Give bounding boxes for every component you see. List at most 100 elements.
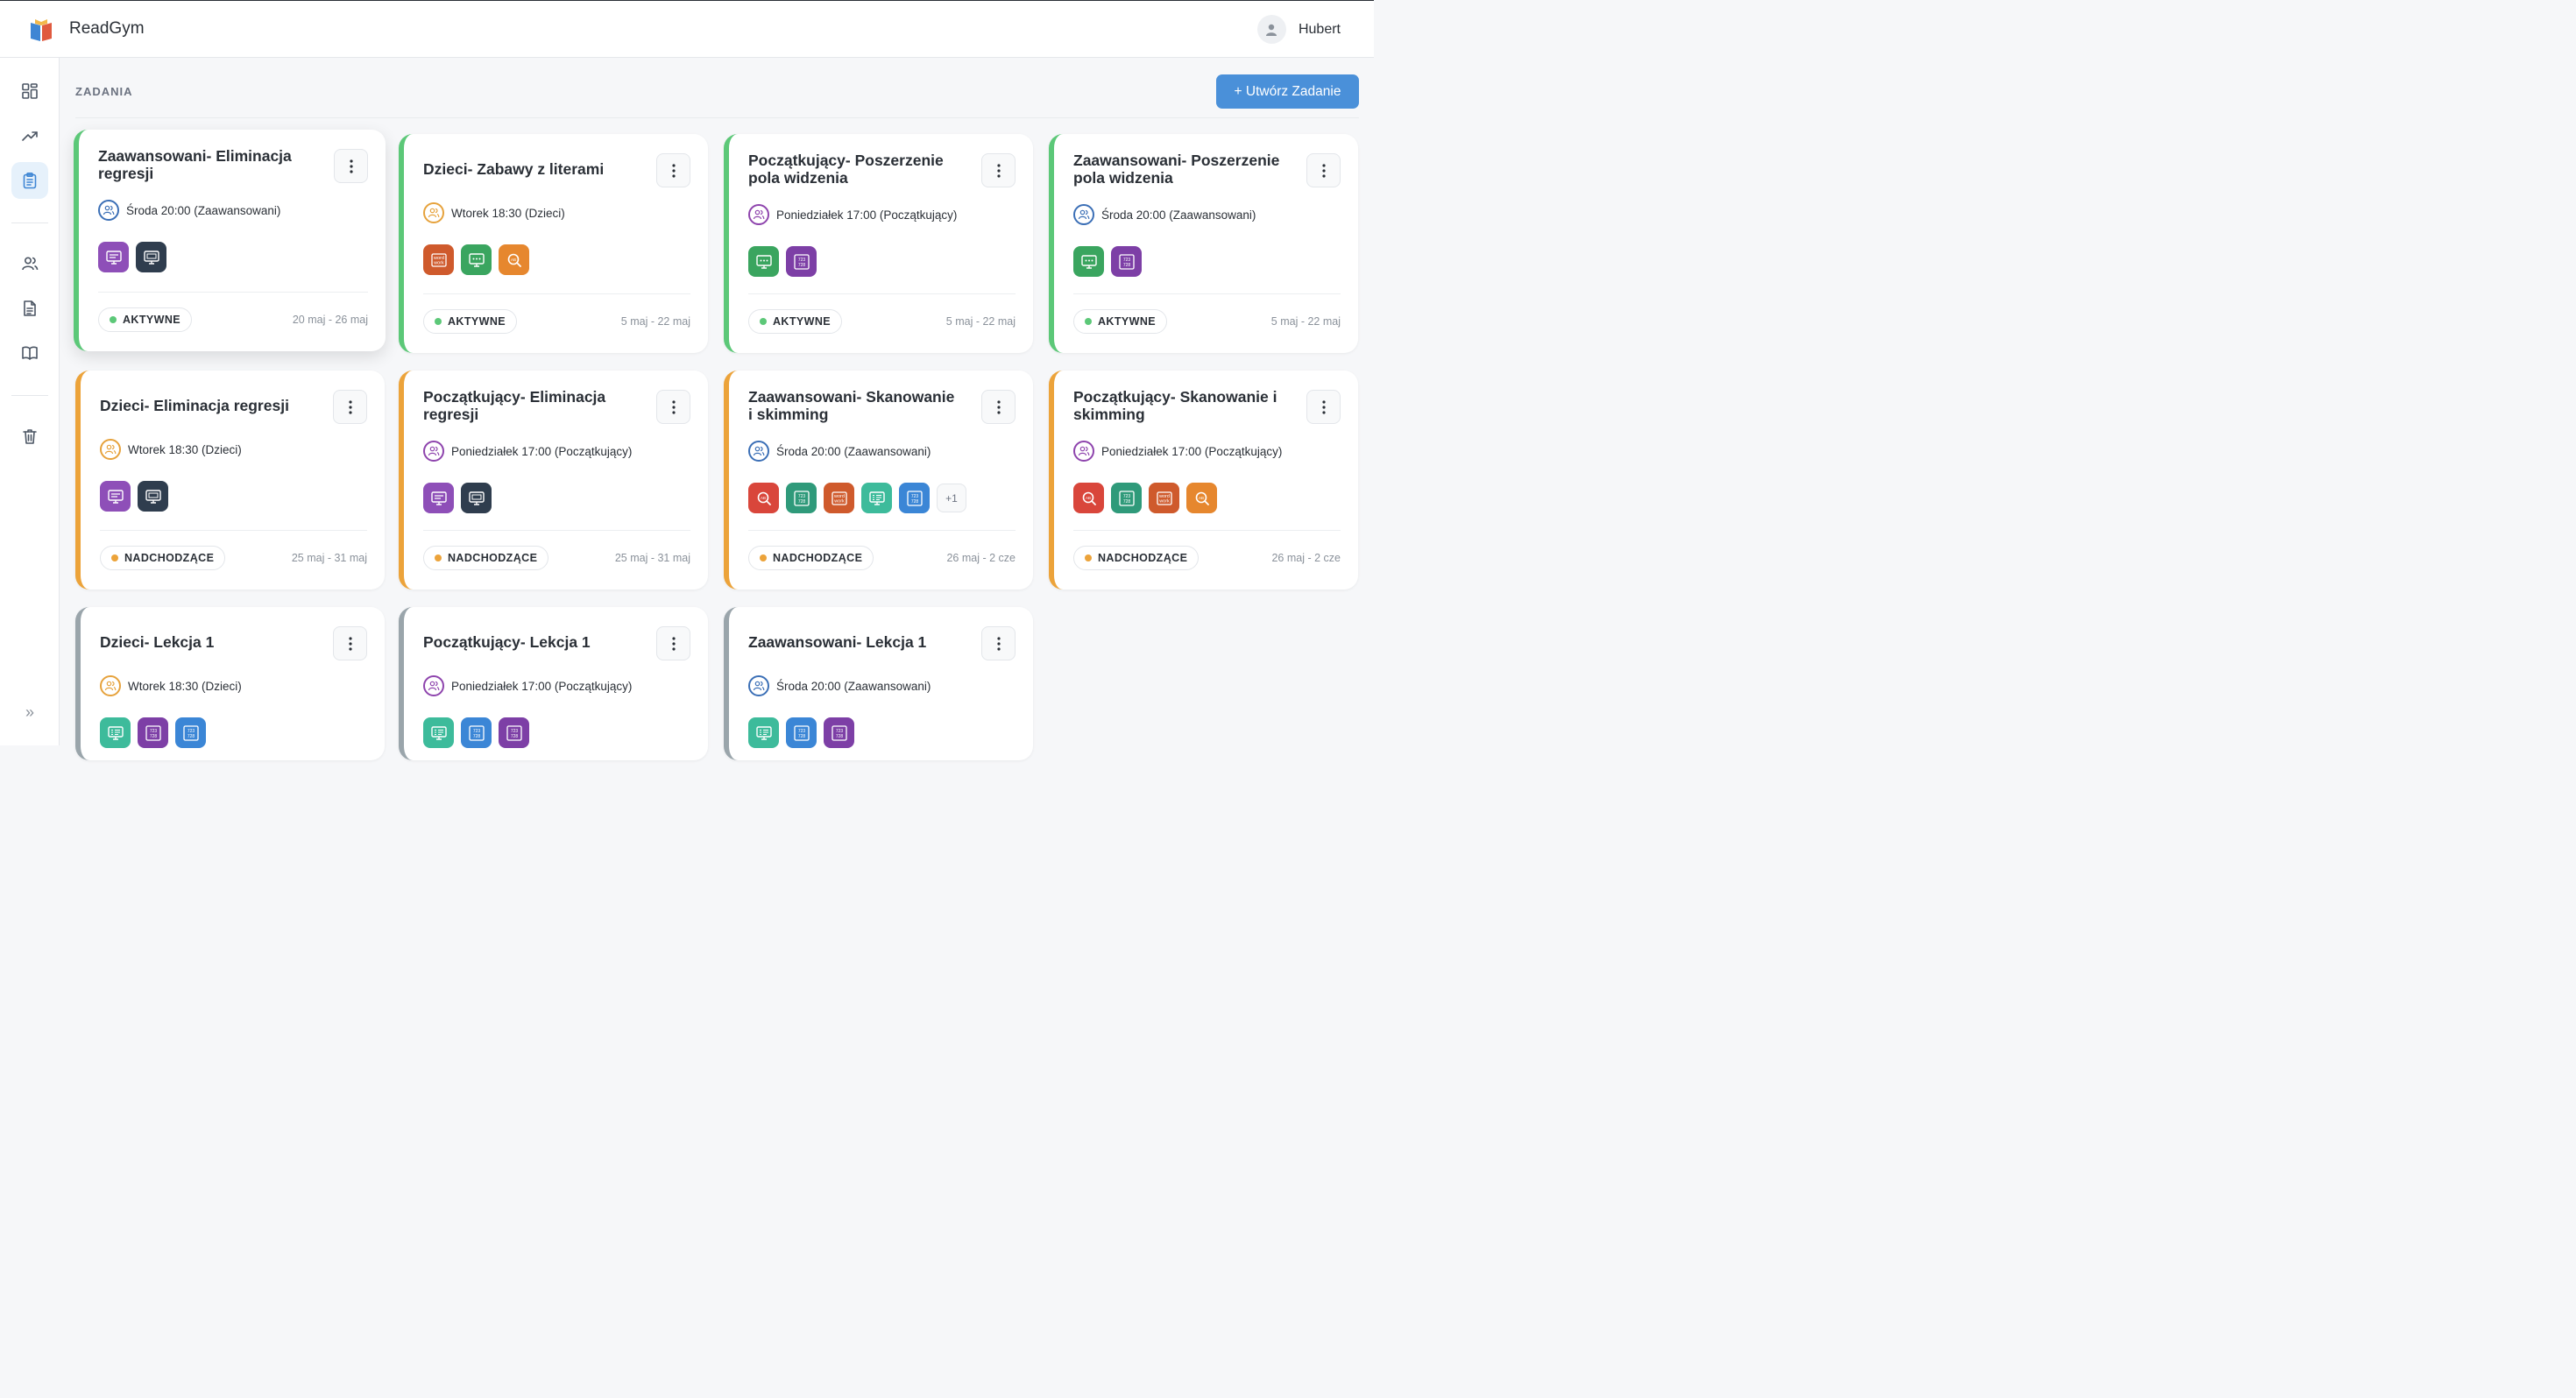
dashboard-icon (22, 83, 38, 99)
exercise-icon[interactable] (100, 481, 131, 512)
task-menu-button[interactable] (333, 626, 367, 660)
exercise-icon[interactable]: 723 728 (138, 717, 168, 748)
task-card[interactable]: Dzieci- Lekcja 1 Wtorek 18:30 (Dzieci) 7… (75, 607, 385, 760)
exercise-list: word work AB (423, 244, 529, 275)
exercise-icon[interactable] (748, 246, 779, 277)
exercise-icon[interactable]: word work (1149, 483, 1179, 513)
group-icon (423, 441, 444, 462)
exercise-icon[interactable]: 723 728 (899, 483, 930, 513)
more-vertical-icon (671, 163, 676, 178)
sidebar-item-trash[interactable] (11, 418, 48, 455)
exercise-icon[interactable]: 723 728 (461, 717, 492, 748)
svg-text:728: 728 (1122, 499, 1130, 505)
exercise-icon[interactable]: AB (499, 244, 529, 275)
task-group: Poniedziałek 17:00 (Początkujący) (423, 441, 632, 462)
task-card[interactable]: Zaawansowani- Lekcja 1 Środa 20:00 (Zaaw… (724, 607, 1033, 760)
task-menu-button[interactable] (333, 390, 367, 424)
task-card[interactable]: Zaawansowani- Eliminacja regresji Środa … (74, 130, 386, 351)
svg-text:AB: AB (510, 257, 515, 261)
group-label: Poniedziałek 17:00 (Początkujący) (776, 208, 958, 222)
exercise-icon[interactable]: word work (824, 483, 854, 513)
exercise-icon[interactable] (423, 717, 454, 748)
user-menu[interactable]: Hubert (1256, 15, 1341, 44)
card-divider (100, 530, 367, 531)
date-range: 25 maj - 31 maj (291, 552, 367, 564)
group-icon (748, 204, 769, 225)
task-menu-button[interactable] (656, 390, 690, 424)
sidebar-item-documents[interactable] (11, 290, 48, 327)
exercise-icon[interactable]: 723 728 (1111, 246, 1142, 277)
exercise-icon[interactable] (423, 483, 454, 513)
status-badge: NADCHODZĄCE (423, 546, 549, 570)
create-task-button[interactable]: + Utwórz Zadanie (1216, 74, 1359, 109)
task-group: Środa 20:00 (Zaawansowani) (748, 675, 931, 696)
more-vertical-icon (996, 399, 1001, 414)
group-label: Środa 20:00 (Zaawansowani) (776, 679, 931, 693)
exercise-icon[interactable]: 723 728 (175, 717, 206, 748)
exercise-icon[interactable] (138, 481, 168, 512)
more-exercises-button[interactable]: +1 (937, 484, 966, 512)
more-vertical-icon (1321, 163, 1326, 178)
exercise-icon[interactable]: 723 728 (786, 483, 817, 513)
task-card[interactable]: Dzieci- Eliminacja regresji Wtorek 18:30… (75, 371, 385, 590)
exercise-icon[interactable]: 723 728 (499, 717, 529, 748)
exercise-icon[interactable]: 723 728 (1111, 483, 1142, 513)
user-icon (1266, 24, 1277, 36)
task-card[interactable]: Dzieci- Zabawy z literami Wtorek 18:30 (… (399, 134, 708, 353)
sidebar-item-library[interactable] (11, 335, 48, 371)
user-name: Hubert (1298, 21, 1341, 37)
task-menu-button[interactable] (981, 390, 1016, 424)
exercise-icon[interactable]: 723 728 (786, 717, 817, 748)
exercise-icon[interactable]: word work (423, 244, 454, 275)
sidebar-item-tasks[interactable] (11, 162, 48, 199)
exercise-icon[interactable]: AB (1073, 483, 1104, 513)
exercise-icon[interactable] (1073, 246, 1104, 277)
task-menu-button[interactable] (656, 153, 690, 187)
sidebar-item-dashboard[interactable] (11, 73, 48, 109)
task-menu-button[interactable] (1306, 153, 1341, 187)
task-group: Poniedziałek 17:00 (Początkujący) (748, 204, 957, 225)
group-icon (748, 441, 769, 462)
more-vertical-icon (348, 636, 352, 651)
task-card[interactable]: Zaawansowani- Skanowanie i skimming Środ… (724, 371, 1033, 590)
status-label: AKTYWNE (123, 314, 180, 326)
task-menu-button[interactable] (981, 626, 1016, 660)
exercise-icon[interactable]: AB (748, 483, 779, 513)
exercise-icon[interactable] (461, 483, 492, 513)
task-group: Środa 20:00 (Zaawansowani) (748, 441, 931, 462)
status-dot (110, 316, 117, 323)
more-vertical-icon (348, 399, 352, 414)
task-menu-button[interactable] (981, 153, 1016, 187)
card-divider (423, 530, 690, 531)
sidebar-item-stats[interactable] (11, 117, 48, 154)
exercise-icon[interactable] (861, 483, 892, 513)
exercise-icon[interactable] (100, 717, 131, 748)
avatar[interactable] (1256, 15, 1286, 44)
task-card[interactable]: Początkujący- Poszerzenie pola widzenia … (724, 134, 1033, 353)
svg-text:728: 728 (149, 734, 157, 739)
task-card[interactable]: Początkujący- Lekcja 1 Poniedziałek 17:0… (399, 607, 708, 760)
status-dot (760, 554, 767, 561)
group-label: Wtorek 18:30 (Dzieci) (128, 442, 242, 456)
exercise-icon[interactable] (136, 242, 166, 272)
exercise-icon[interactable] (98, 242, 129, 272)
exercise-icon[interactable] (461, 244, 492, 275)
app-title: ReadGym (69, 19, 145, 38)
task-menu-button[interactable] (656, 626, 690, 660)
exercise-icon[interactable] (748, 717, 779, 748)
task-card[interactable]: Początkujący- Eliminacja regresji Ponied… (399, 371, 708, 590)
exercise-icon[interactable]: 723 728 (786, 246, 817, 277)
exercise-icon[interactable]: AB (1186, 483, 1217, 513)
svg-text:728: 728 (797, 263, 805, 268)
sidebar-expand-button[interactable]: » (11, 694, 48, 731)
task-title: Początkujący- Lekcja 1 (423, 633, 591, 651)
exercise-icon[interactable]: 723 728 (824, 717, 854, 748)
task-card[interactable]: Początkujący- Skanowanie i skimming Poni… (1049, 371, 1358, 590)
task-menu-button[interactable] (334, 149, 368, 183)
task-card[interactable]: Zaawansowani- Poszerzenie pola widzenia … (1049, 134, 1358, 353)
status-dot (760, 318, 767, 325)
date-range: 25 maj - 31 maj (614, 552, 690, 564)
sidebar-item-users[interactable] (11, 245, 48, 282)
svg-text:728: 728 (1122, 263, 1130, 268)
task-menu-button[interactable] (1306, 390, 1341, 424)
